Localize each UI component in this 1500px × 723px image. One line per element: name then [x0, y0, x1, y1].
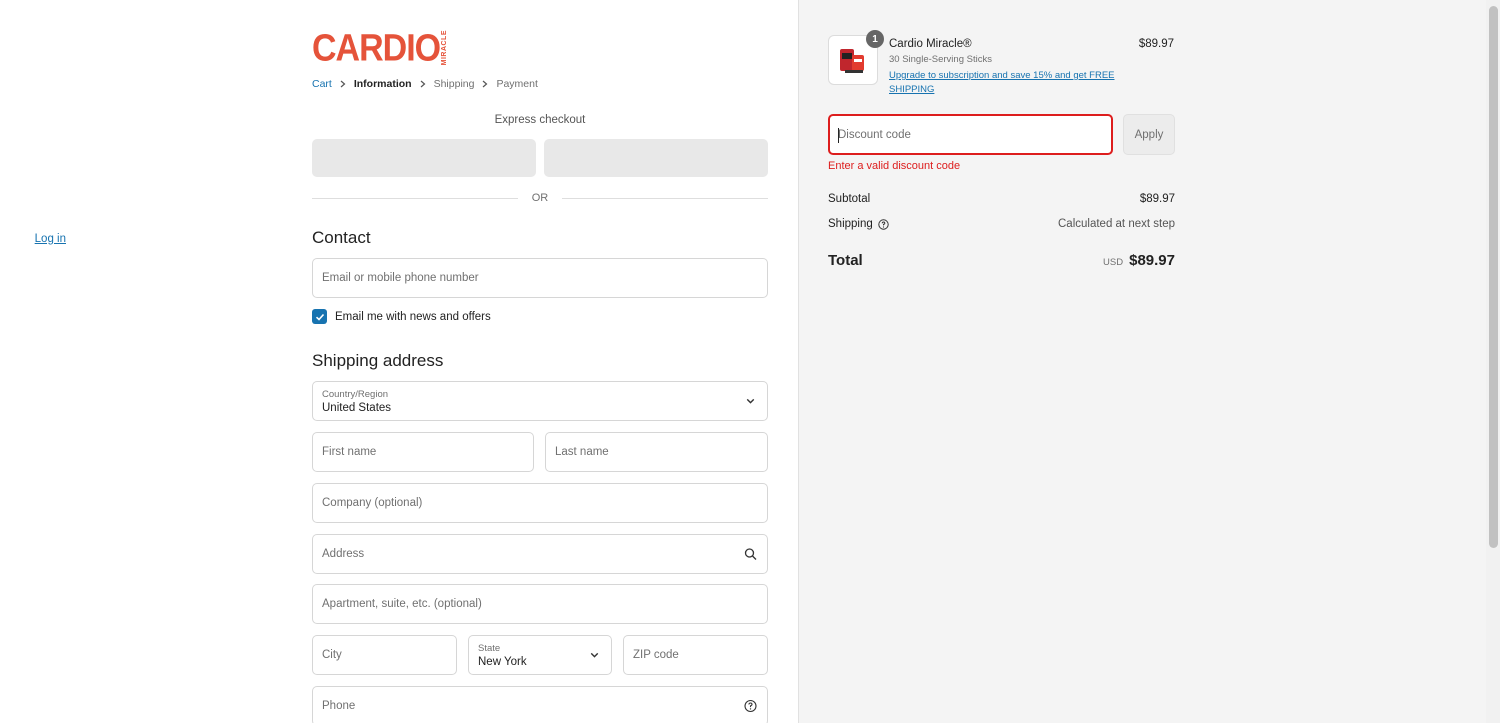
chevron-right-icon — [474, 80, 496, 88]
contact-heading: Contact — [312, 228, 371, 247]
discount-error-message: Enter a valid discount code — [828, 160, 961, 172]
total-row: Total USD $89.97 — [828, 252, 1175, 269]
login-link[interactable]: Log in — [35, 233, 66, 245]
address-field[interactable]: Address — [312, 534, 768, 574]
first-name-field[interactable]: First name — [312, 432, 534, 472]
quantity-badge: 1 — [866, 30, 884, 48]
address-placeholder: Address — [322, 548, 365, 560]
shipping-label-wrap: Shipping — [828, 218, 889, 230]
country-value: United States — [322, 402, 392, 414]
shipping-label: Shipping — [828, 218, 873, 230]
subtotal-row: Subtotal $89.97 — [828, 193, 1175, 205]
logo-text: CARDIO — [312, 26, 441, 70]
upgrade-subscription-link[interactable]: Upgrade to subscription and save 15% and… — [889, 69, 1119, 97]
express-checkout-label: Express checkout — [494, 114, 586, 126]
product-price: $89.97 — [1138, 38, 1174, 50]
search-icon — [744, 548, 757, 560]
chevron-down-icon — [590, 652, 599, 658]
shipping-address-heading: Shipping address — [312, 351, 444, 370]
breadcrumb-shipping: Shipping — [433, 78, 475, 90]
total-label: Total — [828, 252, 863, 269]
product-name: Cardio Miracle® — [889, 38, 972, 50]
checkmark-icon — [315, 313, 324, 321]
phone-placeholder: Phone — [322, 700, 356, 712]
apply-discount-button[interactable]: Apply — [1123, 114, 1175, 155]
or-divider: OR — [312, 192, 768, 204]
last-name-placeholder: Last name — [555, 446, 609, 458]
express-pay-button-2[interactable] — [544, 139, 768, 177]
total-currency: USD — [1103, 257, 1124, 268]
breadcrumb-cart[interactable]: Cart — [312, 78, 332, 90]
total-amount: $89.97 — [1129, 252, 1175, 269]
express-pay-button-1[interactable] — [312, 139, 536, 177]
last-name-field[interactable]: Last name — [545, 432, 768, 472]
zip-field[interactable]: ZIP code — [623, 635, 768, 675]
shipping-row: Shipping Calculated at next step — [828, 218, 1175, 230]
company-placeholder: Company (optional) — [322, 497, 423, 509]
state-value: New York — [478, 656, 527, 668]
shipping-value: Calculated at next step — [1058, 218, 1175, 230]
total-amount-wrap: USD $89.97 — [1103, 252, 1175, 269]
scrollbar-thumb[interactable] — [1489, 6, 1498, 548]
email-field[interactable]: Email or mobile phone number — [312, 258, 768, 298]
news-offers-label: Email me with news and offers — [335, 310, 491, 323]
state-select[interactable]: State New York — [468, 635, 612, 675]
first-name-placeholder: First name — [322, 446, 377, 458]
phone-field[interactable]: Phone — [312, 686, 768, 723]
discount-placeholder: Discount code — [838, 128, 911, 141]
state-label: State — [478, 643, 501, 654]
product-image-icon — [840, 49, 864, 73]
country-select[interactable]: Country/Region United States — [312, 381, 768, 421]
breadcrumb: Cart Information Shipping Payment — [312, 78, 538, 90]
divider-line — [312, 197, 518, 199]
chevron-down-icon — [746, 398, 755, 404]
company-field[interactable]: Company (optional) — [312, 483, 768, 523]
help-icon[interactable] — [744, 699, 757, 713]
chevron-right-icon — [332, 80, 354, 88]
brand-logo[interactable]: CARDIO MIRACLE — [312, 28, 448, 68]
help-icon[interactable] — [878, 218, 889, 230]
discount-code-input[interactable]: Discount code — [828, 114, 1113, 155]
breadcrumb-information: Information — [353, 78, 412, 90]
checkout-main: CARDIO MIRACLE Cart Information Shipping… — [0, 0, 798, 723]
city-placeholder: City — [322, 649, 342, 661]
country-label: Country/Region — [322, 389, 389, 400]
news-offers-option[interactable]: Email me with news and offers — [312, 309, 491, 324]
email-placeholder: Email or mobile phone number — [322, 272, 479, 284]
news-offers-checkbox[interactable] — [312, 309, 327, 324]
product-variant: 30 Single-Serving Sticks — [889, 54, 992, 65]
or-text: OR — [531, 192, 549, 204]
chevron-right-icon — [412, 80, 434, 88]
subtotal-label: Subtotal — [828, 193, 871, 205]
apartment-field[interactable]: Apartment, suite, etc. (optional) — [312, 584, 768, 624]
breadcrumb-payment: Payment — [496, 78, 538, 90]
zip-placeholder: ZIP code — [633, 649, 679, 661]
logo-subtext: MIRACLE — [441, 30, 449, 66]
divider-line — [562, 197, 768, 199]
city-field[interactable]: City — [312, 635, 457, 675]
order-summary — [798, 0, 1500, 723]
apartment-placeholder: Apartment, suite, etc. (optional) — [322, 598, 482, 610]
subtotal-value: $89.97 — [1139, 193, 1175, 205]
